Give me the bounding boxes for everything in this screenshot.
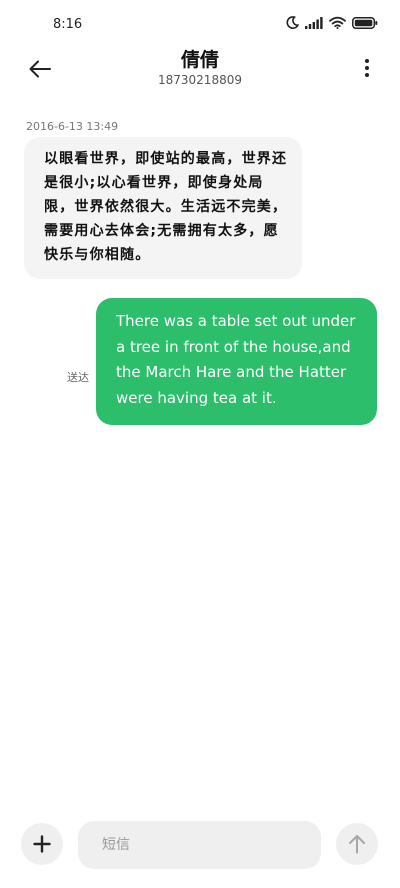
moon-icon <box>286 16 299 29</box>
plus-icon <box>33 835 51 853</box>
add-attachment-button[interactable] <box>21 823 63 865</box>
messaging-screen: 8:16 倩倩 18730218809 2016-6-13 13:49 以眼看世… <box>0 0 400 888</box>
wifi-icon <box>329 16 346 29</box>
phone-number: 18730218809 <box>158 73 242 87</box>
incoming-message-bubble[interactable]: 以眼看世界，即使站的最高，世界还是很小;以心看世界，即使身处局限，世界依然很大。… <box>24 137 302 279</box>
signal-icon <box>305 16 323 29</box>
arrow-up-icon <box>349 835 365 854</box>
more-vertical-icon <box>365 59 369 63</box>
more-button[interactable] <box>358 56 376 80</box>
status-icons <box>286 16 378 29</box>
status-bar: 8:16 <box>0 0 400 50</box>
outgoing-message-bubble[interactable]: There was a table set out under a tree i… <box>96 298 377 425</box>
composer-bar <box>0 818 400 874</box>
send-button[interactable] <box>336 823 378 865</box>
contact-info: 倩倩 18730218809 <box>0 48 400 88</box>
status-time: 8:16 <box>53 17 83 32</box>
message-timestamp: 2016-6-13 13:49 <box>26 120 119 133</box>
conversation-header: 倩倩 18730218809 <box>0 44 400 96</box>
message-input[interactable] <box>78 821 321 869</box>
battery-icon <box>352 16 378 29</box>
contact-name: 倩倩 <box>180 49 219 71</box>
delivery-status: 送达 <box>67 371 89 384</box>
